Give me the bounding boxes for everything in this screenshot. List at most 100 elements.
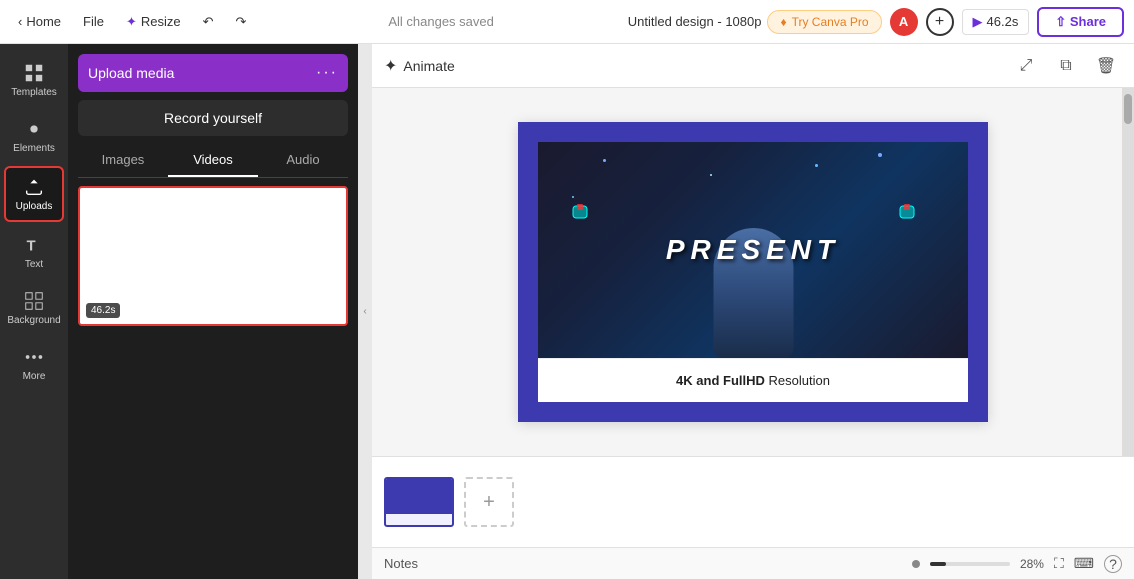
- try-canva-label: Try Canva Pro: [792, 15, 869, 29]
- elements-label: Elements: [13, 143, 55, 154]
- record-label: Record yourself: [164, 110, 262, 126]
- more-label: More: [23, 371, 46, 382]
- slide-image-area: PRESENT: [538, 142, 968, 358]
- redo-icon: ↷: [236, 14, 247, 30]
- glasses-right-icon: [899, 202, 934, 222]
- undo-button[interactable]: ↶: [195, 10, 222, 34]
- elements-icon: [23, 118, 45, 140]
- resize-icon: ✦: [126, 14, 137, 30]
- duplicate-icon: ⧉: [1060, 57, 1071, 75]
- slide-inner: PRESENT 4K and FullHD Resolution: [538, 142, 968, 402]
- expand-icon-button[interactable]: ⤢: [1010, 50, 1042, 82]
- chevron-left-icon: ‹: [18, 14, 22, 29]
- slide-thumbnail-1[interactable]: 1: [384, 477, 454, 527]
- slide-caption: 4K and FullHD Resolution: [676, 373, 830, 388]
- zoom-slider-fill: [930, 562, 946, 566]
- add-slide-button[interactable]: +: [464, 477, 514, 527]
- fullscreen-icon[interactable]: ⛶: [1054, 555, 1064, 572]
- sidebar-item-elements[interactable]: Elements: [4, 110, 64, 162]
- add-slide-icon: +: [483, 491, 495, 514]
- text-icon: T: [23, 234, 45, 256]
- share-icon: ⇧: [1055, 14, 1066, 29]
- file-button[interactable]: File: [75, 10, 112, 33]
- panel-collapse-handle[interactable]: ‹: [358, 44, 372, 579]
- vertical-scrollbar[interactable]: [1122, 88, 1134, 456]
- slide-background: PRESENT: [538, 142, 968, 358]
- slide-strip: 1 +: [372, 457, 1134, 547]
- sidebar-item-more[interactable]: More: [4, 338, 64, 390]
- tab-audio-label: Audio: [286, 152, 319, 167]
- undo-icon: ↶: [203, 14, 214, 30]
- chevron-left-icon: ‹: [363, 306, 366, 317]
- duplicate-button[interactable]: ⧉: [1050, 50, 1082, 82]
- upload-media-button[interactable]: Upload media ···: [78, 54, 348, 92]
- resize-button[interactable]: ✦ Resize: [118, 10, 189, 34]
- tab-images[interactable]: Images: [78, 144, 168, 177]
- nav-right-actions: ♦ Try Canva Pro A + ▶ 46.2s ⇧ Share: [767, 7, 1124, 37]
- tab-audio[interactable]: Audio: [258, 144, 348, 177]
- slide-caption-area: 4K and FullHD Resolution: [538, 358, 968, 402]
- svg-text:T: T: [27, 239, 36, 255]
- file-label: File: [83, 14, 104, 29]
- slide-border: PRESENT 4K and FullHD Resolution: [518, 122, 988, 422]
- text-label: Text: [25, 259, 43, 270]
- tab-videos[interactable]: Videos: [168, 144, 258, 177]
- trash-icon: 🗑: [1096, 56, 1116, 76]
- timer-value: 46.2s: [987, 14, 1019, 29]
- zoom-level: 28%: [1020, 557, 1044, 571]
- sidebar-item-text[interactable]: T Text: [4, 226, 64, 278]
- zoom-slider[interactable]: [930, 562, 1010, 566]
- media-item-video[interactable]: 46.2s: [78, 186, 348, 326]
- upload-panel: Upload media ··· Record yourself Images …: [68, 44, 358, 579]
- home-button[interactable]: ‹ Home: [10, 10, 69, 33]
- redo-button[interactable]: ↷: [228, 10, 255, 34]
- media-grid: 46.2s: [78, 186, 348, 326]
- tab-videos-label: Videos: [193, 152, 233, 167]
- more-options-icon: ···: [316, 64, 338, 82]
- keyboard-icon[interactable]: ⌨: [1074, 555, 1094, 572]
- scroll-thumb: [1124, 94, 1132, 124]
- save-status: All changes saved: [260, 14, 621, 29]
- caption-normal: Resolution: [769, 373, 830, 388]
- canvas-area: ✦ Animate ⤢ ⧉ 🗑: [372, 44, 1134, 579]
- tab-images-label: Images: [102, 152, 145, 167]
- try-canva-button[interactable]: ♦ Try Canva Pro: [767, 10, 881, 34]
- upload-icon: [23, 176, 45, 198]
- top-navigation: ‹ Home File ✦ Resize ↶ ↷ All changes sav…: [0, 0, 1134, 44]
- resize-label: Resize: [141, 14, 181, 29]
- delete-button[interactable]: 🗑: [1090, 50, 1122, 82]
- notes-bar: Notes 28% ⛶ ⌨ ?: [372, 547, 1134, 579]
- crown-icon: ♦: [780, 15, 786, 29]
- notes-label: Notes: [384, 556, 418, 571]
- animate-icon: ✦: [384, 56, 397, 76]
- media-tabs: Images Videos Audio: [78, 144, 348, 178]
- uploads-label: Uploads: [16, 201, 53, 212]
- background-label: Background: [7, 315, 60, 326]
- upload-media-label: Upload media: [88, 65, 174, 81]
- animate-label: Animate: [403, 58, 454, 74]
- media-duration-badge: 46.2s: [86, 303, 120, 318]
- sidebar-item-background[interactable]: Background: [4, 282, 64, 334]
- grid-icon: [23, 62, 45, 84]
- timer-button[interactable]: ▶ 46.2s: [962, 9, 1030, 35]
- canvas-slide[interactable]: PRESENT 4K and FullHD Resolution: [518, 122, 988, 422]
- canvas-scroll-area[interactable]: PRESENT 4K and FullHD Resolution: [372, 88, 1134, 456]
- sidebar-icons: Templates Elements Uploads T Text Backgr…: [0, 44, 68, 579]
- help-icon[interactable]: ?: [1104, 555, 1122, 573]
- caption-bold: 4K and FullHD: [676, 373, 765, 388]
- user-avatar[interactable]: A: [890, 8, 918, 36]
- bottom-panel: 1 + Notes 28% ⛶ ⌨ ?: [372, 456, 1134, 579]
- present-text: PRESENT: [666, 234, 840, 266]
- animate-button[interactable]: ✦ Animate: [384, 56, 455, 76]
- glasses-left-icon: [572, 202, 607, 222]
- document-title: Untitled design - 1080p: [628, 14, 762, 29]
- more-icon: [23, 346, 45, 368]
- sidebar-item-templates[interactable]: Templates: [4, 54, 64, 106]
- templates-label: Templates: [11, 87, 57, 98]
- canvas-toolbar: ✦ Animate ⤢ ⧉ 🗑: [372, 44, 1134, 88]
- sidebar-item-uploads[interactable]: Uploads: [4, 166, 64, 222]
- add-collaborator-button[interactable]: +: [926, 8, 954, 36]
- record-yourself-button[interactable]: Record yourself: [78, 100, 348, 136]
- background-icon: [23, 290, 45, 312]
- share-button[interactable]: ⇧ Share: [1037, 7, 1124, 37]
